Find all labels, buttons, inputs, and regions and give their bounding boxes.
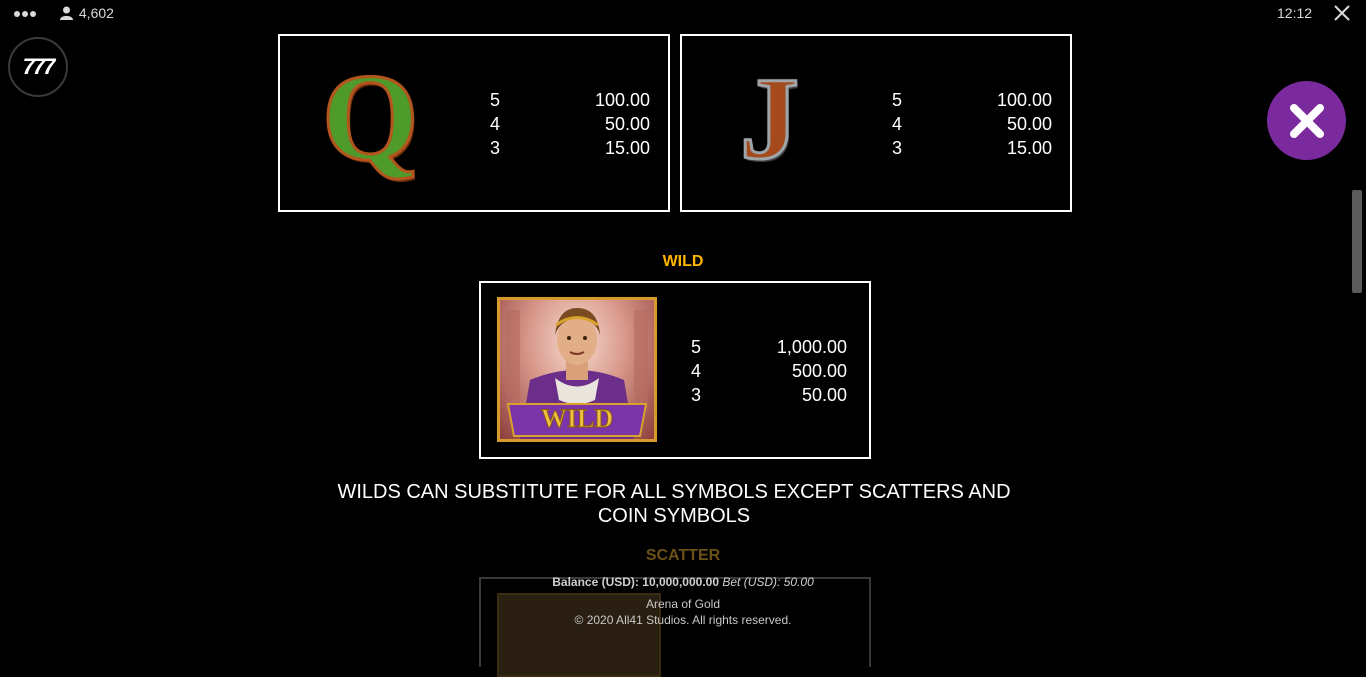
pay-value: 500.00 [791, 361, 847, 381]
wild-banner-text: WILD [540, 404, 614, 434]
wild-description-line: WILDS CAN SUBSTITUTE FOR ALL SYMBOLS EXC… [337, 481, 1011, 503]
pay-count: 4 [490, 114, 501, 134]
top-bar: 4,602 12:12 [0, 0, 1366, 28]
players-online: 4,602 [60, 5, 114, 21]
paytable-card-jack: J 5 100.00 4 50.00 3 15.00 [680, 34, 1072, 212]
pay-value: 1,000.00 [776, 337, 847, 357]
wild-description-line: COIN SYMBOLS [597, 505, 751, 527]
wild-section-title: WILD [662, 253, 704, 270]
scatter-section-title: SCATTER [645, 547, 721, 564]
casino-logo[interactable]: 777 [8, 37, 68, 97]
pay-count: 3 [892, 138, 903, 158]
scrollbar-thumb[interactable] [1352, 190, 1362, 293]
pay-count: 5 [892, 90, 903, 110]
pay-value: 15.00 [1006, 138, 1052, 158]
clock: 12:12 [1277, 5, 1313, 21]
game-name: Arena of Gold [645, 597, 721, 611]
pay-count: 5 [490, 90, 501, 110]
pay-value: 100.00 [594, 90, 650, 110]
pay-value: 50.00 [801, 385, 847, 405]
queen-symbol: Q [320, 49, 419, 186]
balance-label: Balance (USD): [552, 575, 639, 589]
user-icon [60, 6, 73, 20]
pay-value: 100.00 [996, 90, 1052, 110]
pay-value: 50.00 [604, 114, 650, 134]
players-count: 4,602 [78, 5, 114, 21]
pay-count: 4 [892, 114, 903, 134]
more-dots-icon[interactable] [14, 4, 38, 20]
bet-value: 50.00 [783, 575, 814, 589]
bet-label: Bet (USD): [722, 575, 781, 589]
close-paytable-button[interactable] [1267, 81, 1346, 160]
pay-value: 50.00 [1006, 114, 1052, 134]
pay-count: 3 [691, 385, 702, 405]
wild-description: WILDS CAN SUBSTITUTE FOR ALL SYMBOLS EXC… [300, 480, 1048, 528]
balance-value: 10,000,000.00 [642, 575, 720, 589]
pay-count: 3 [490, 138, 501, 158]
paytable-card-wild: WILD 5 1,000.00 4 500.00 3 50.00 [479, 281, 871, 459]
close-circle-icon [1289, 103, 1324, 138]
jack-symbol: J [739, 53, 801, 184]
pay-count: 5 [691, 337, 702, 357]
wild-symbol-image: WILD [497, 297, 657, 442]
copyright: © 2020 All41 Studios. All rights reserve… [574, 613, 792, 627]
paytable-card-queen: Q 5 100.00 4 50.00 3 15.00 [278, 34, 670, 212]
close-icon[interactable] [1332, 3, 1352, 23]
balance-bar: Balance (USD): 10,000,000.00 Bet (USD): … [0, 575, 1366, 589]
pay-value: 15.00 [604, 138, 650, 158]
pay-count: 4 [691, 361, 702, 381]
